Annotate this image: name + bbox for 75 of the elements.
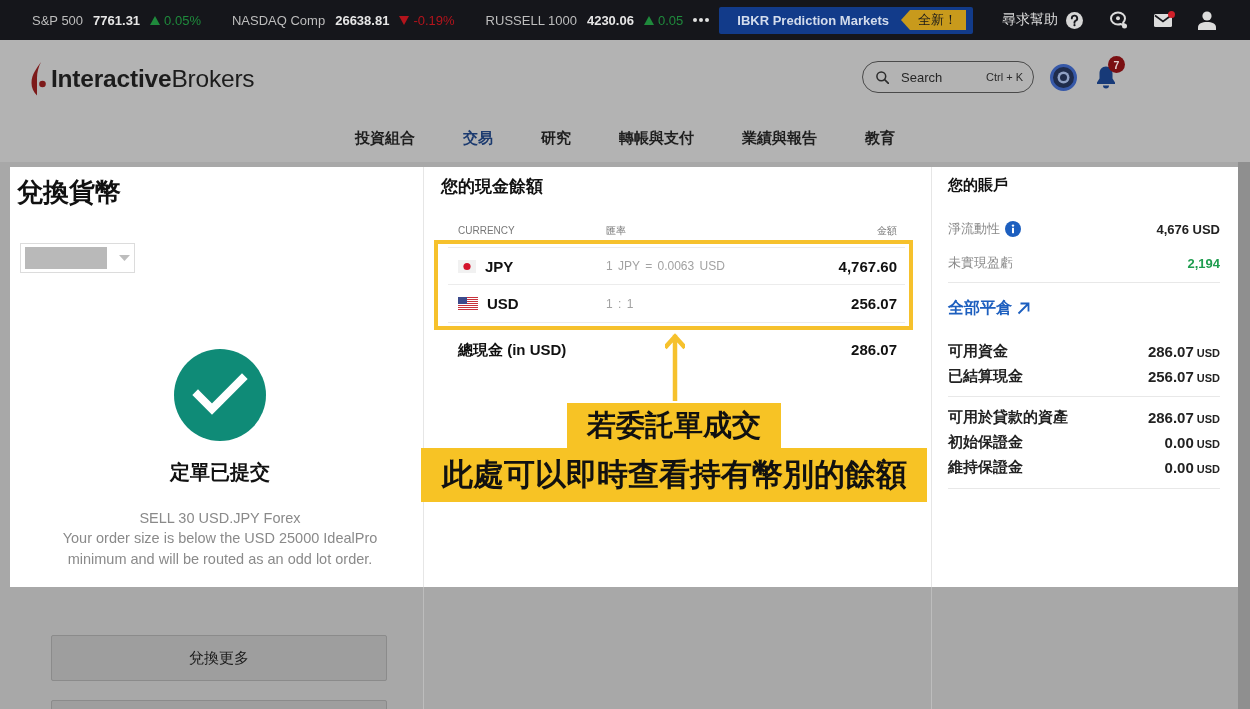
amount-value: 0.00 USD	[1164, 434, 1220, 451]
nav-tab[interactable]: 轉帳與支付	[619, 128, 694, 148]
new-badge: 全新！	[901, 10, 966, 30]
dropdown-field[interactable]	[20, 243, 135, 273]
status-title: 定單已提交	[170, 460, 270, 485]
amount-value: 0.00 USD	[1164, 459, 1220, 476]
fund-label: 初始保證金	[948, 433, 1023, 452]
column-header: 金額	[877, 224, 897, 238]
more-icon[interactable]	[693, 18, 710, 22]
metric-value: 4,676 USD	[1156, 221, 1220, 237]
change-value: 0.05	[657, 12, 684, 28]
help-link[interactable]: 尋求幫助	[1002, 11, 1083, 29]
up-triangle-icon	[150, 15, 161, 25]
keyboard-shortcut: Ctrl + K	[986, 70, 1023, 84]
promo-banner[interactable]: IBKR Prediction Markets 全新！	[719, 6, 973, 34]
column-header: CURRENCY	[458, 224, 516, 238]
annotation-arrow	[665, 333, 685, 401]
exchange-rate: 1 : 1	[606, 296, 635, 311]
user-icon[interactable]	[1198, 10, 1216, 30]
panel-title: 您的現金餘額	[439, 176, 544, 198]
balance-amount: 256.07	[851, 295, 897, 312]
up-triangle-icon	[643, 15, 654, 25]
notification-badge: 7	[1108, 56, 1125, 73]
order-summary: SELL 30 USD.JPY Forex	[139, 509, 301, 528]
panel-title: 兌換貨幣	[17, 176, 122, 209]
callout-label: 若委託單成交	[567, 403, 781, 448]
chat-icon[interactable]	[1109, 11, 1128, 29]
index-name: RUSSELL 1000	[485, 12, 577, 28]
fund-label: 已結算現金	[948, 367, 1023, 386]
fund-label: 可用於貸款的資產	[948, 408, 1068, 427]
nav-tab[interactable]: 教育	[865, 128, 895, 148]
logo-wordmark: InteractiveBrokers	[51, 65, 255, 93]
info-icon[interactable]	[1005, 221, 1021, 237]
index-name: NASDAQ Comp	[231, 12, 326, 28]
total-label: 總現金 (in USD)	[458, 340, 567, 360]
balance-amount: 4,767.60	[838, 257, 897, 275]
check-circle-icon	[174, 349, 266, 441]
index-value: 26638.81	[335, 12, 390, 28]
metric-label: 未實現盈虧	[948, 254, 1013, 272]
amount-value: 256.07 USD	[1147, 368, 1220, 385]
metric-value: 2,194	[1187, 255, 1220, 271]
close-all-link[interactable]: 全部平倉	[948, 297, 1030, 319]
exchange-rate: 1 JPY = 0.0063 USD	[606, 259, 726, 273]
change-value: 0.05%	[164, 12, 201, 28]
amount-value: 286.07 USD	[1147, 343, 1220, 360]
column-header: 匯率	[606, 224, 627, 238]
japan-flag-icon	[458, 259, 476, 273]
us-flag-icon	[458, 297, 478, 310]
diagonal-arrow-icon	[1017, 301, 1030, 315]
help-icon	[1066, 11, 1083, 29]
change-value: -0.19%	[413, 12, 455, 28]
fund-label: 維持保證金	[948, 458, 1023, 477]
convert-more-button[interactable]: 兌換更多	[51, 635, 387, 681]
panel-title: 您的賬戶	[948, 175, 1009, 195]
total-amount: 286.07	[851, 340, 897, 360]
nav-tab[interactable]: 交易	[463, 128, 493, 148]
mail-icon[interactable]	[1154, 13, 1172, 27]
search-icon	[876, 71, 889, 84]
index-name: S&P 500	[32, 12, 84, 28]
down-triangle-icon	[399, 15, 410, 25]
ring-icon[interactable]	[1050, 63, 1077, 91]
nav-tab[interactable]: 研究	[541, 128, 571, 148]
callout-label: 此處可以即時查看持有幣別的餘額	[421, 448, 927, 502]
fund-label: 可用資金	[948, 342, 1008, 361]
index-value: 7761.31	[93, 12, 141, 28]
order-message: Your order size is below the USD 25000 IdealPro minimum and will be routed as an odd lot order.	[61, 529, 379, 569]
amount-value: 286.07 USD	[1147, 409, 1220, 426]
flame-icon	[30, 62, 48, 96]
caret-icon	[119, 255, 130, 261]
currency-code: JPY	[485, 257, 514, 275]
metric-label: 淨流動性	[948, 220, 1000, 238]
currency-code: USD	[487, 295, 519, 312]
nav-tab[interactable]: 投資組合	[355, 128, 415, 148]
index-value: 4230.06	[586, 12, 634, 28]
nav-tab[interactable]: 業績與報告	[742, 128, 817, 148]
